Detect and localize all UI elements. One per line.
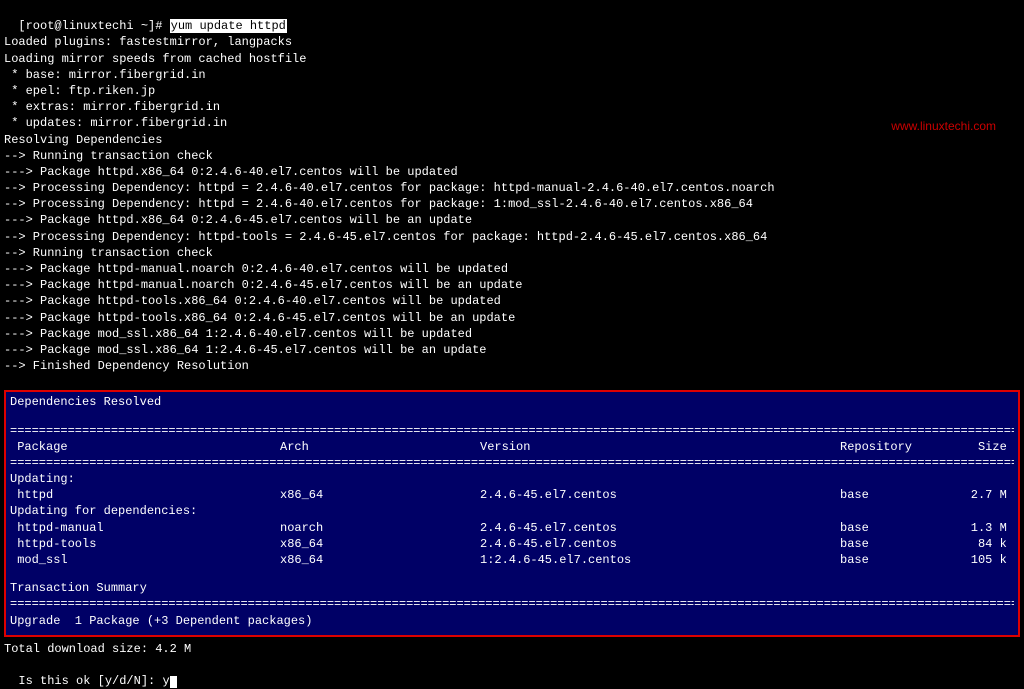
output-line: * base: mirror.fibergrid.in — [4, 67, 1020, 83]
cell-ver: 2.4.6-45.el7.centos — [480, 536, 840, 552]
table-row: httpd-toolsx86_642.4.6-45.el7.centosbase… — [10, 536, 1014, 552]
output-line: --> Running transaction check — [4, 245, 1020, 261]
header-repository: Repository — [840, 439, 960, 455]
table-rule-bottom: ========================================… — [10, 596, 1014, 612]
cell-repo: base — [840, 520, 960, 536]
output-line: ---> Package mod_ssl.x86_64 1:2.4.6-40.e… — [4, 326, 1020, 342]
cell-pkg: mod_ssl — [10, 552, 280, 568]
cell-size: 84 k — [960, 536, 1014, 552]
deps-title: Dependencies Resolved — [10, 394, 1014, 410]
output-line: ---> Package httpd.x86_64 0:2.4.6-40.el7… — [4, 164, 1020, 180]
transaction-summary-line: Upgrade 1 Package (+3 Dependent packages… — [10, 613, 1014, 629]
cell-repo: base — [840, 552, 960, 568]
cell-pkg: httpd-manual — [10, 520, 280, 536]
table-rule-mid: ========================================… — [10, 455, 1014, 471]
cell-arch: x86_64 — [280, 552, 480, 568]
output-line: Loading mirror speeds from cached hostfi… — [4, 51, 1020, 67]
total-download-size: Total download size: 4.2 M — [4, 641, 1020, 657]
shell-prompt-prefix: [root@linuxtechi ~]# — [18, 19, 169, 33]
table-rule-top: ========================================… — [10, 423, 1014, 439]
shell-prompt-line: [root@linuxtechi ~]# yum update httpd — [4, 2, 1020, 34]
table-header-row: Package Arch Version Repository Size — [10, 439, 1014, 455]
shell-command: yum update httpd — [170, 19, 287, 33]
output-line: Resolving Dependencies — [4, 132, 1020, 148]
updating-deps-label: Updating for dependencies: — [10, 503, 1014, 519]
updating-label: Updating: — [10, 471, 1014, 487]
cell-arch: noarch — [280, 520, 480, 536]
cell-ver: 2.4.6-45.el7.centos — [480, 487, 840, 503]
cell-ver: 1:2.4.6-45.el7.centos — [480, 552, 840, 568]
cell-pkg: httpd — [10, 487, 280, 503]
yum-output-block: Loaded plugins: fastestmirror, langpacks… — [4, 34, 1020, 374]
cell-size: 2.7 M — [960, 487, 1014, 503]
cell-ver: 2.4.6-45.el7.centos — [480, 520, 840, 536]
cell-repo: base — [840, 536, 960, 552]
output-line: ---> Package httpd-tools.x86_64 0:2.4.6-… — [4, 310, 1020, 326]
output-line: --> Processing Dependency: httpd = 2.4.6… — [4, 196, 1020, 212]
output-line: ---> Package httpd-manual.noarch 0:2.4.6… — [4, 277, 1020, 293]
output-line: ---> Package mod_ssl.x86_64 1:2.4.6-45.e… — [4, 342, 1020, 358]
transaction-summary-title: Transaction Summary — [10, 580, 1014, 596]
output-line: * epel: ftp.riken.jp — [4, 83, 1020, 99]
output-line: --> Processing Dependency: httpd-tools =… — [4, 229, 1020, 245]
output-line: ---> Package httpd-manual.noarch 0:2.4.6… — [4, 261, 1020, 277]
output-line: Loaded plugins: fastestmirror, langpacks — [4, 34, 1020, 50]
cell-arch: x86_64 — [280, 487, 480, 503]
cell-size: 105 k — [960, 552, 1014, 568]
table-row: mod_sslx86_641:2.4.6-45.el7.centosbase10… — [10, 552, 1014, 568]
table-row: httpdx86_642.4.6-45.el7.centosbase2.7 M — [10, 487, 1014, 503]
header-version: Version — [480, 439, 840, 455]
header-size: Size — [960, 439, 1014, 455]
cell-pkg: httpd-tools — [10, 536, 280, 552]
confirm-prompt-line[interactable]: Is this ok [y/d/N]: y — [4, 657, 1020, 689]
cell-repo: base — [840, 487, 960, 503]
output-line: * extras: mirror.fibergrid.in — [4, 99, 1020, 115]
confirm-input-value: y — [162, 674, 169, 688]
output-line: --> Processing Dependency: httpd = 2.4.6… — [4, 180, 1020, 196]
output-line: --> Running transaction check — [4, 148, 1020, 164]
table-row: httpd-manualnoarch2.4.6-45.el7.centosbas… — [10, 520, 1014, 536]
cell-size: 1.3 M — [960, 520, 1014, 536]
cursor-icon — [170, 676, 177, 688]
output-line: * updates: mirror.fibergrid.in — [4, 115, 1020, 131]
output-line: ---> Package httpd-tools.x86_64 0:2.4.6-… — [4, 293, 1020, 309]
header-arch: Arch — [280, 439, 480, 455]
output-line: ---> Package httpd.x86_64 0:2.4.6-45.el7… — [4, 212, 1020, 228]
dependencies-resolved-box: Dependencies Resolved ==================… — [4, 390, 1020, 636]
output-line: --> Finished Dependency Resolution — [4, 358, 1020, 374]
confirm-prompt-text: Is this ok [y/d/N]: — [18, 674, 162, 688]
watermark-text: www.linuxtechi.com — [891, 118, 996, 134]
cell-arch: x86_64 — [280, 536, 480, 552]
header-package: Package — [10, 439, 280, 455]
